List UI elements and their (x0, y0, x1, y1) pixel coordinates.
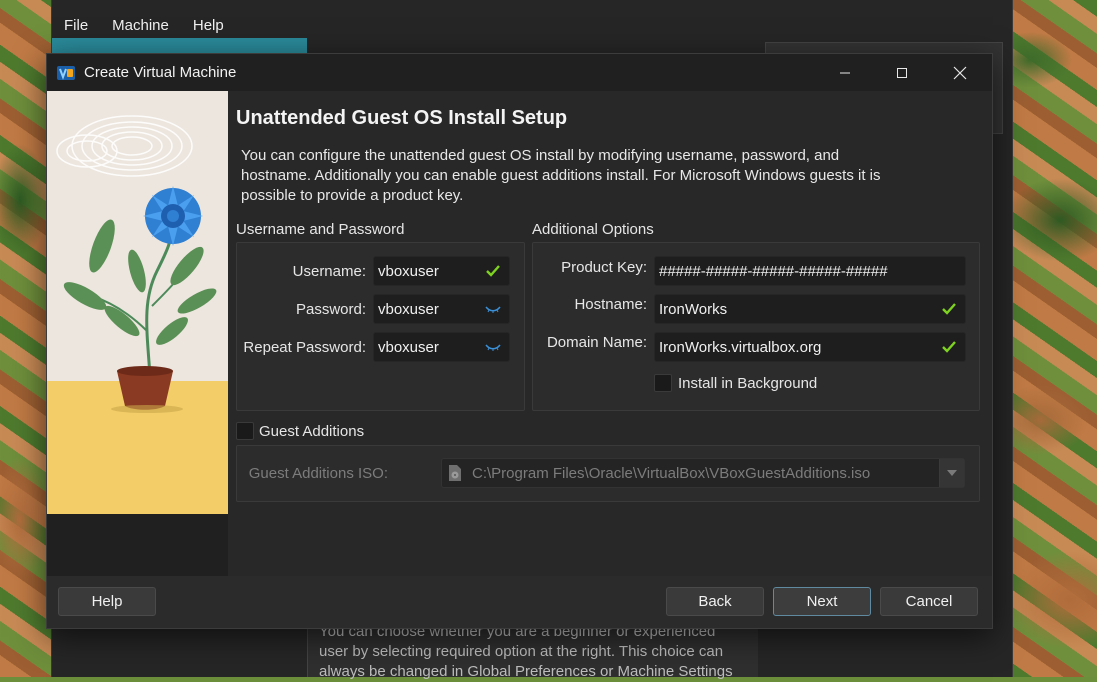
check-icon (485, 263, 501, 279)
install-background-label[interactable]: Install in Background (678, 375, 817, 392)
domain-name-value: IronWorks.virtualbox.org (659, 338, 822, 356)
button-bar: Help Back Next Cancel (47, 576, 992, 628)
product-key-field[interactable]: #####-#####-#####-#####-##### (654, 256, 966, 286)
maximize-button[interactable] (879, 54, 925, 91)
welcome-text: You can choose whether you are a beginne… (319, 623, 733, 680)
hostname-label: Hostname: (574, 296, 647, 313)
back-button[interactable]: Back (666, 587, 764, 616)
password-value: vboxuser (378, 300, 439, 318)
guest-additions-iso-path: C:\Program Files\Oracle\VirtualBox\VBoxG… (472, 464, 871, 482)
menu-help[interactable]: Help (181, 17, 236, 34)
repeat-password-value: vboxuser (378, 338, 439, 356)
options-group-title: Additional Options (532, 221, 654, 238)
password-field[interactable]: vboxuser (373, 294, 510, 324)
title-bar[interactable]: Create Virtual Machine (47, 54, 992, 91)
domain-name-field[interactable]: IronWorks.virtualbox.org (654, 332, 966, 362)
virtualbox-logo-icon (56, 64, 76, 82)
flower-pot-illustration (47, 91, 228, 514)
page-title: Unattended Guest OS Install Setup (236, 107, 568, 129)
product-key-label: Product Key: (561, 259, 647, 276)
cancel-button[interactable]: Cancel (880, 587, 978, 616)
check-icon (941, 339, 957, 355)
close-icon (953, 66, 967, 79)
product-key-value: #####-#####-#####-#####-##### (659, 262, 888, 280)
hostname-field[interactable]: IronWorks (654, 294, 966, 324)
username-value: vboxuser (378, 262, 439, 280)
guest-additions-iso-combo[interactable]: C:\Program Files\Oracle\VirtualBox\VBoxG… (441, 458, 965, 488)
menu-bar: File Machine Help (52, 10, 1012, 40)
install-background-checkbox[interactable] (654, 374, 672, 392)
repeat-password-field[interactable]: vboxuser (373, 332, 510, 362)
close-button[interactable] (937, 54, 983, 91)
guest-additions-iso-label: Guest Additions ISO: (248, 465, 388, 482)
eye-closed-icon[interactable] (485, 301, 501, 317)
hostname-value: IronWorks (659, 300, 728, 318)
user-group-title: Username and Password (236, 221, 405, 238)
password-label: Password: (295, 301, 366, 318)
check-icon (941, 301, 957, 317)
next-button[interactable]: Next (773, 587, 871, 616)
page-description: You can configure the unattended guest O… (241, 147, 881, 204)
disc-file-icon (448, 464, 464, 482)
eye-closed-icon[interactable] (485, 339, 501, 355)
menu-machine[interactable]: Machine (100, 17, 181, 34)
chevron-down-icon[interactable] (939, 459, 964, 487)
wizard-illustration (47, 91, 228, 514)
username-label: Username: (292, 263, 366, 280)
username-field[interactable]: vboxuser (373, 256, 510, 286)
help-button[interactable]: Help (58, 587, 156, 616)
maximize-icon (897, 67, 907, 78)
minimize-icon (840, 72, 850, 73)
dialog-title: Create Virtual Machine (84, 64, 237, 81)
domain-name-label: Domain Name: (546, 334, 647, 351)
menu-file[interactable]: File (52, 17, 100, 34)
wizard-page: Unattended Guest OS Install Setup You ca… (228, 91, 992, 576)
guest-additions-label[interactable]: Guest Additions (259, 423, 364, 440)
minimize-button[interactable] (822, 54, 868, 91)
guest-additions-checkbox[interactable] (236, 422, 254, 440)
repeat-password-label: Repeat Password: (243, 339, 366, 356)
create-vm-dialog: Create Virtual Machine Unattended Guest … (46, 53, 993, 629)
